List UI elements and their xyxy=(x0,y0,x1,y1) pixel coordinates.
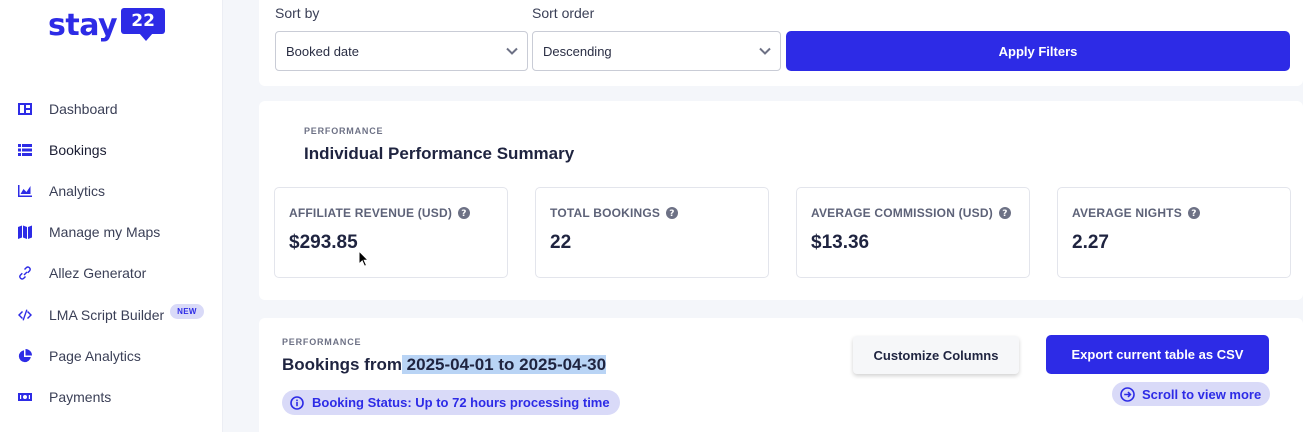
metric-label: AFFILIATE REVENUE (USD) xyxy=(289,206,453,220)
sidebar-item-dashboard[interactable]: Dashboard xyxy=(0,88,223,129)
dashboard-icon xyxy=(16,100,33,117)
pie-icon xyxy=(16,347,33,364)
sort-by-label: Sort by xyxy=(275,5,320,21)
svg-text:?: ? xyxy=(461,209,466,219)
sidebar-nav: Dashboard Bookings Analytics Manage my M… xyxy=(0,88,223,418)
new-badge: NEW xyxy=(170,304,204,320)
sort-by-value: Booked date xyxy=(286,43,360,59)
booking-status-pill: Booking Status: Up to 72 hours processin… xyxy=(282,390,620,415)
scroll-to-view-more[interactable]: Scroll to view more xyxy=(1112,382,1271,406)
filter-card: Sort by Booked date Sort order Descendin… xyxy=(259,0,1303,86)
metric-average-nights: AVERAGE NIGHTS ? 2.27 xyxy=(1057,187,1291,278)
sidebar-item-bookings[interactable]: Bookings xyxy=(0,129,223,170)
info-icon xyxy=(290,395,304,410)
logo-badge: 22 xyxy=(121,8,166,41)
sidebar-item-payments[interactable]: Payments xyxy=(0,376,223,417)
summary-title: Individual Performance Summary xyxy=(304,144,575,163)
sidebar-item-manage-maps[interactable]: Manage my Maps xyxy=(0,212,223,253)
export-csv-button[interactable]: Export current table as CSV xyxy=(1046,335,1269,374)
bookings-title-prefix: Bookings from xyxy=(282,355,402,374)
sidebar-item-label: Bookings xyxy=(49,141,107,158)
sidebar-item-lma-script-builder[interactable]: LMA Script Builder NEW xyxy=(0,294,223,335)
apply-filters-button[interactable]: Apply Filters xyxy=(786,31,1290,71)
arrow-right-circle-icon xyxy=(1120,386,1135,402)
bookings-date-range: 2025-04-01 to 2025-04-30 xyxy=(401,355,607,374)
help-icon[interactable]: ? xyxy=(1187,207,1200,219)
metric-value: 2.27 xyxy=(1072,232,1109,253)
chevron-down-icon xyxy=(506,47,518,55)
help-icon[interactable]: ? xyxy=(998,207,1011,219)
stay22-logo[interactable]: stay 22 xyxy=(48,8,166,44)
logo-word: stay xyxy=(48,8,118,43)
svg-text:?: ? xyxy=(1002,209,1007,219)
bookings-title: Bookings from 2025-04-01 to 2025-04-30 xyxy=(282,355,607,375)
metric-label: AVERAGE NIGHTS xyxy=(1072,206,1182,220)
sidebar-item-label: Allez Generator xyxy=(49,265,147,282)
sidebar-item-label: Dashboard xyxy=(49,100,118,117)
sidebar-item-label: Manage my Maps xyxy=(49,224,161,241)
svg-text:?: ? xyxy=(1191,209,1196,219)
help-icon[interactable]: ? xyxy=(666,207,679,219)
map-icon xyxy=(16,224,33,241)
metric-label: TOTAL BOOKINGS xyxy=(550,206,661,220)
sidebar-item-analytics[interactable]: Analytics xyxy=(0,170,223,211)
performance-summary-card: PERFORMANCE Individual Performance Summa… xyxy=(259,101,1303,300)
sort-order-select[interactable]: Descending xyxy=(532,31,781,71)
metric-value: 22 xyxy=(550,232,572,253)
sort-order-label: Sort order xyxy=(532,5,595,21)
sidebar-item-page-analytics[interactable]: Page Analytics xyxy=(0,335,223,376)
metric-value: $13.36 xyxy=(811,232,870,253)
metric-label: AVERAGE COMMISSION (USD) xyxy=(811,206,993,220)
sort-order-value: Descending xyxy=(543,43,612,59)
sort-by-select[interactable]: Booked date xyxy=(275,31,528,71)
sidebar-item-label: Payments xyxy=(49,388,112,405)
help-icon[interactable]: ? xyxy=(458,207,471,219)
money-icon xyxy=(16,388,33,405)
summary-eyebrow: PERFORMANCE xyxy=(304,126,384,136)
customize-columns-button[interactable]: Customize Columns xyxy=(853,336,1019,374)
sidebar-item-allez-generator[interactable]: Allez Generator xyxy=(0,253,223,294)
svg-text:?: ? xyxy=(669,209,674,219)
chevron-down-icon xyxy=(759,47,771,55)
sidebar-item-label: LMA Script Builder xyxy=(49,306,165,323)
metric-average-commission: AVERAGE COMMISSION (USD) ? $13.36 xyxy=(796,187,1030,278)
sidebar: stay 22 Dashboard Bookings Analytics Man… xyxy=(0,0,223,432)
chart-icon xyxy=(16,182,33,199)
metric-affiliate-revenue: AFFILIATE REVENUE (USD) ? $293.85 xyxy=(274,187,508,278)
scroll-label: Scroll to view more xyxy=(1142,386,1262,402)
metric-value: $293.85 xyxy=(289,232,358,253)
link-icon xyxy=(16,265,33,282)
booking-status-text: Booking Status: Up to 72 hours processin… xyxy=(312,395,610,410)
metric-total-bookings: TOTAL BOOKINGS ? 22 xyxy=(535,187,769,278)
list-icon xyxy=(16,141,33,158)
bookings-eyebrow: PERFORMANCE xyxy=(282,337,362,347)
code-icon xyxy=(16,306,33,323)
bookings-card: PERFORMANCE Bookings from 2025-04-01 to … xyxy=(259,318,1303,432)
sidebar-item-label: Analytics xyxy=(49,182,106,199)
sidebar-item-label: Page Analytics xyxy=(49,347,141,364)
